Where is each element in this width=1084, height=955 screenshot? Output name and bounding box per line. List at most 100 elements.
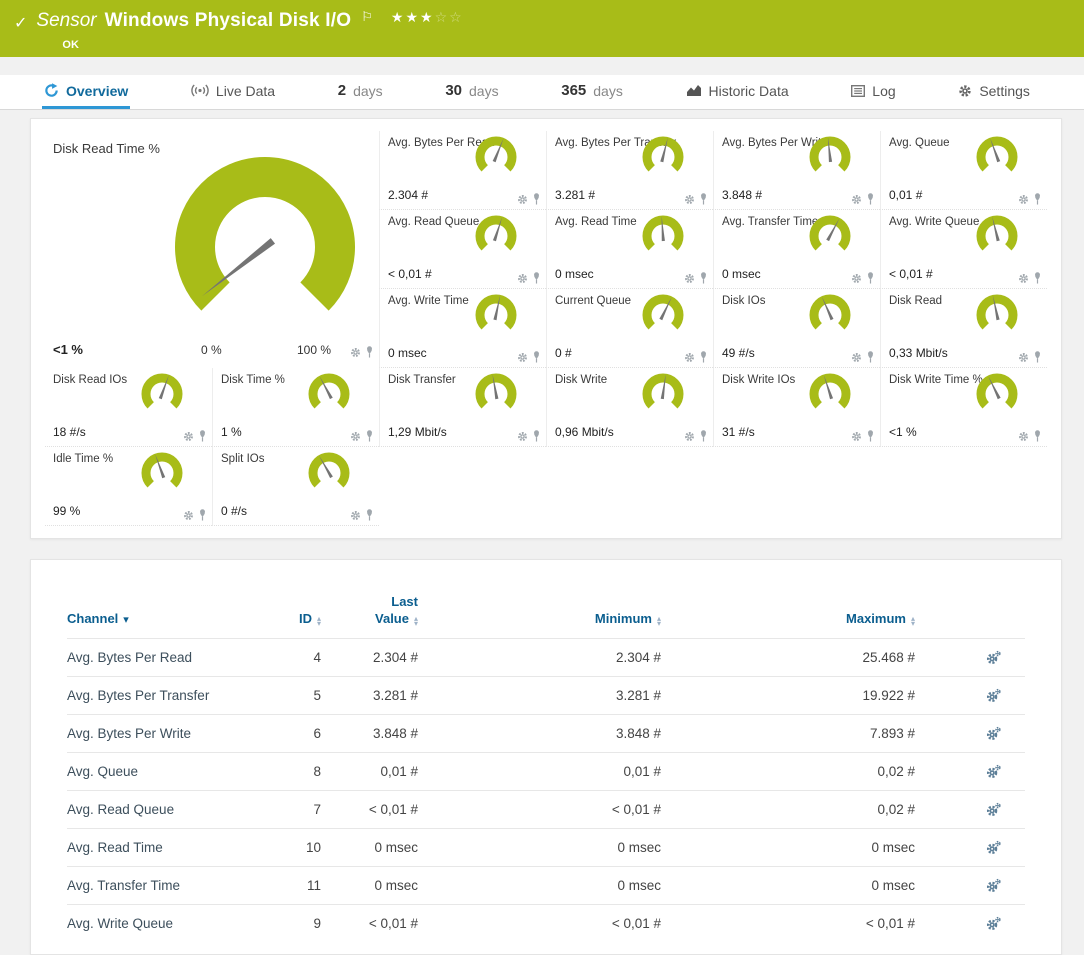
pin-icon[interactable]	[532, 193, 541, 205]
col-id[interactable]: ID ▴▾	[267, 611, 321, 626]
gear-icon[interactable]	[183, 510, 194, 521]
gauge-dial	[971, 134, 1023, 180]
gear-icon[interactable]	[517, 431, 528, 442]
col-channel-label: Channel	[67, 611, 118, 626]
gauge-value: 18 #/s	[53, 425, 86, 439]
gear-icon[interactable]	[517, 352, 528, 363]
table-body: Avg. Bytes Per Read 4 2.304 # 2.304 # 25…	[67, 638, 1025, 942]
gear-icon[interactable]	[1018, 352, 1029, 363]
gauge-tile: Disk Read IOs 18 #/s	[45, 368, 212, 447]
pin-icon[interactable]	[866, 351, 875, 363]
gear-icon[interactable]	[851, 352, 862, 363]
pin-icon[interactable]	[1033, 193, 1042, 205]
tab-days-30[interactable]: 30days	[443, 75, 500, 109]
pin-icon[interactable]	[1033, 351, 1042, 363]
gear-icon[interactable]	[1018, 431, 1029, 442]
star-icon[interactable]: ★	[420, 9, 435, 25]
channel-settings-icon[interactable]	[985, 650, 1001, 665]
channel-settings-icon[interactable]	[985, 802, 1001, 817]
col-minimum[interactable]: Minimum ▴▾	[418, 611, 661, 626]
pin-icon[interactable]	[532, 272, 541, 284]
gear-icon[interactable]	[1018, 273, 1029, 284]
gauge-tile: Avg. Bytes Per Write 3.848 #	[713, 131, 880, 210]
gear-icon[interactable]	[350, 510, 361, 521]
pin-icon[interactable]	[699, 351, 708, 363]
gear-icon[interactable]	[851, 431, 862, 442]
col-last-value[interactable]: Last Value▴▾	[321, 594, 418, 626]
channel-settings-icon[interactable]	[985, 764, 1001, 779]
pin-icon[interactable]	[532, 351, 541, 363]
gear-icon[interactable]	[851, 194, 862, 205]
gear-icon[interactable]	[183, 431, 194, 442]
gauge-tile: Avg. Read Time 0 msec	[546, 210, 713, 289]
flag-icon[interactable]: ⚐	[361, 9, 373, 25]
pin-icon[interactable]	[1033, 272, 1042, 284]
gear-icon[interactable]	[684, 273, 695, 284]
last-value: 2.304 #	[321, 650, 418, 665]
tab-overview[interactable]: Overview	[42, 75, 130, 109]
pin-icon[interactable]	[699, 430, 708, 442]
col-channel[interactable]: Channel ▾	[67, 611, 267, 626]
channel-settings-icon[interactable]	[985, 916, 1001, 931]
gear-icon[interactable]	[684, 431, 695, 442]
gear-icon[interactable]	[350, 431, 361, 442]
priority-stars[interactable]: ★★★☆☆	[391, 9, 464, 26]
gear-icon[interactable]	[684, 194, 695, 205]
star-icon[interactable]: ★	[405, 9, 420, 25]
gauge-value: < 0,01 #	[889, 267, 933, 281]
channel-settings-icon[interactable]	[985, 688, 1001, 703]
tab-historic-data[interactable]: Historic Data	[684, 75, 791, 109]
last-value: 0,01 #	[321, 764, 418, 779]
pin-icon[interactable]	[365, 509, 374, 521]
pin-icon[interactable]	[866, 193, 875, 205]
star-icon[interactable]: ☆	[435, 9, 450, 25]
minimum-value: < 0,01 #	[418, 916, 661, 931]
minimum-value: 0,01 #	[418, 764, 661, 779]
gear-icon[interactable]	[851, 273, 862, 284]
gauge-dial	[971, 292, 1023, 338]
pin-icon[interactable]	[699, 272, 708, 284]
tab-days-2[interactable]: 2days	[336, 75, 385, 109]
star-icon[interactable]: ★	[391, 9, 406, 25]
pin-icon[interactable]	[1033, 430, 1042, 442]
pin-icon[interactable]	[866, 272, 875, 284]
pin-icon[interactable]	[365, 430, 374, 442]
gear-icon[interactable]	[684, 352, 695, 363]
pin-icon[interactable]	[532, 430, 541, 442]
channel-row: Avg. Read Time 10 0 msec 0 msec 0 msec	[67, 828, 1025, 866]
pin-icon[interactable]	[365, 346, 374, 358]
gauge-dial	[303, 371, 355, 417]
channel-id: 10	[267, 840, 321, 855]
gear-icon[interactable]	[350, 347, 361, 358]
tab-label: Live Data	[216, 83, 275, 99]
pin-icon[interactable]	[699, 193, 708, 205]
channel-id: 5	[267, 688, 321, 703]
channel-id: 6	[267, 726, 321, 741]
pin-icon[interactable]	[198, 509, 207, 521]
channel-settings-icon[interactable]	[985, 878, 1001, 893]
gauge-tile: Avg. Queue 0,01 #	[880, 131, 1047, 210]
page-content: Disk Read Time % <1 % 0 % 100 % Avg. Byt…	[0, 110, 1084, 955]
gauge-tile: Split IOs 0 #/s	[212, 447, 379, 526]
scale-max-label: 100 %	[297, 343, 331, 357]
pin-icon[interactable]	[866, 430, 875, 442]
maximum-value: < 0,01 #	[661, 916, 915, 931]
star-icon[interactable]: ☆	[449, 9, 464, 25]
pin-icon[interactable]	[198, 430, 207, 442]
tab-live-data[interactable]: Live Data	[189, 75, 277, 109]
gauge-value: <1 %	[53, 342, 83, 357]
gauge-value: 0,01 #	[889, 188, 922, 202]
tab-label: Historic Data	[709, 83, 789, 99]
channel-settings-icon[interactable]	[985, 726, 1001, 741]
tab-settings[interactable]: Settings	[956, 75, 1032, 109]
overview-icon	[44, 83, 59, 98]
channel-settings-icon[interactable]	[985, 840, 1001, 855]
gear-icon[interactable]	[517, 273, 528, 284]
col-maximum[interactable]: Maximum ▴▾	[661, 611, 915, 626]
tab-log[interactable]: Log	[849, 75, 897, 109]
tab-days-365[interactable]: 365days	[559, 75, 625, 109]
gear-icon[interactable]	[1018, 194, 1029, 205]
gear-icon[interactable]	[517, 194, 528, 205]
gauge-value: 0 msec	[388, 346, 427, 360]
tab-label: days	[593, 83, 623, 99]
